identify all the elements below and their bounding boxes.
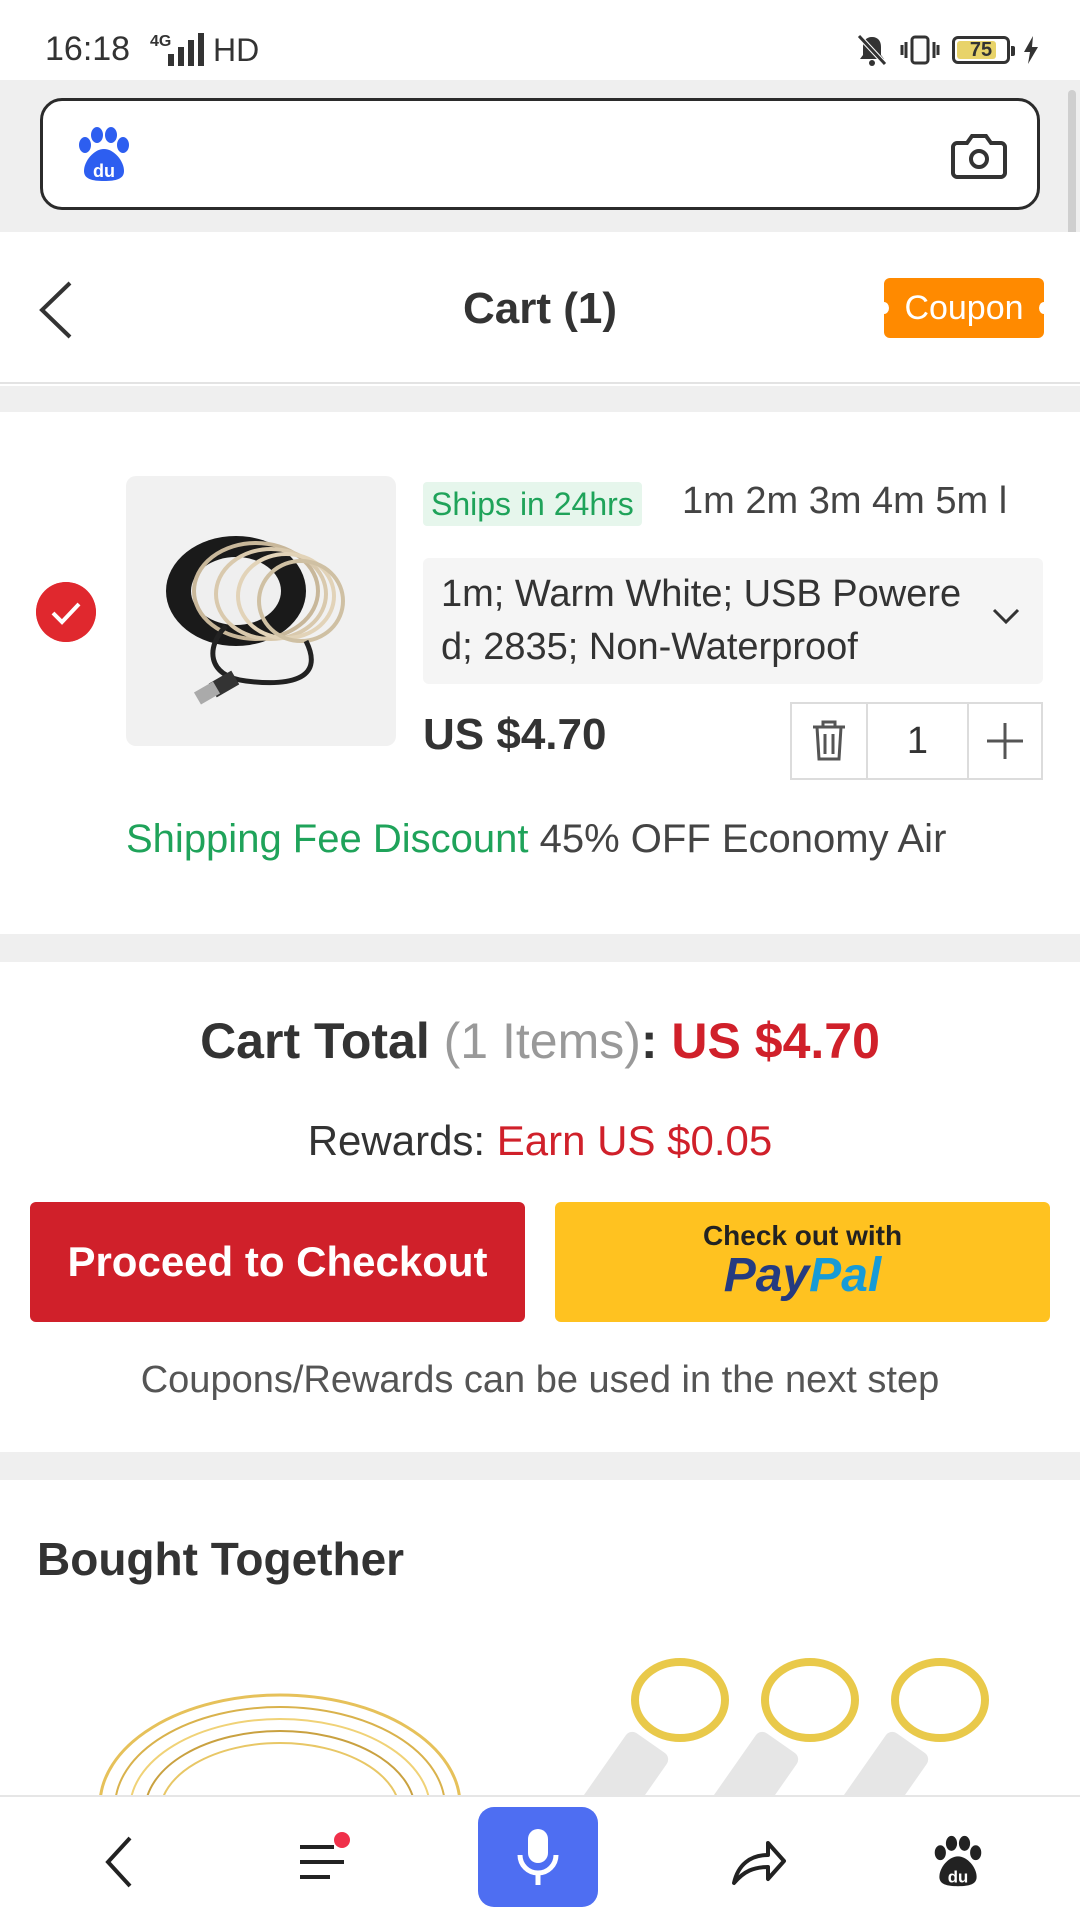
cart-totals: Cart Total (1 Items): US $4.70 Rewards: … — [0, 962, 1080, 1452]
coupon-note: Coupons/Rewards can be used in the next … — [140, 1359, 940, 1401]
section-divider — [0, 386, 1080, 412]
voice-search-button[interactable] — [478, 1807, 598, 1907]
camera-icon[interactable] — [951, 131, 1007, 181]
item-price: US $4.70 — [423, 710, 607, 759]
cart-total-label: Cart Total — [200, 1013, 430, 1069]
chevron-down-icon — [992, 608, 1020, 625]
baidu-home-button[interactable]: du — [918, 1822, 998, 1902]
variant-options[interactable]: 1m 2m 3m 4m 5m l — [682, 480, 1062, 523]
coupon-button[interactable]: Coupon — [879, 278, 1049, 338]
status-bar: 16:18 4G HD 75 — [0, 0, 1080, 80]
paypal-caption: Check out with — [702, 1220, 903, 1251]
back-icon — [105, 1836, 132, 1888]
delete-button[interactable] — [792, 704, 868, 778]
notification-dot — [334, 1832, 350, 1848]
product-image[interactable] — [126, 476, 396, 746]
battery-level: 75 — [969, 38, 993, 61]
cart-total-colon: : — [640, 1013, 672, 1069]
product-card-image[interactable] — [580, 1655, 1020, 1795]
ships-badge: Ships in 24hrs — [423, 482, 642, 526]
search-input[interactable]: du — [40, 98, 1040, 210]
shipping-discount-label: Shipping Fee Discount — [126, 817, 529, 861]
quantity-value[interactable]: 1 — [868, 704, 969, 778]
bought-together-section: Bought Together — [0, 1480, 1080, 1795]
nav-back-button[interactable] — [80, 1822, 160, 1902]
mute-bell-icon — [857, 34, 887, 66]
proceed-to-checkout-button[interactable]: Proceed to Checkout — [30, 1202, 525, 1322]
charging-icon — [1024, 36, 1038, 64]
increase-quantity-button[interactable] — [969, 704, 1041, 778]
cart-total-items: (1 Items) — [443, 1013, 641, 1069]
signal-icon — [168, 33, 204, 66]
share-button[interactable] — [718, 1822, 798, 1902]
plus-icon — [987, 723, 1023, 759]
sku-selector[interactable]: 1m; Warm White; USB Powered; 2835; Non-W… — [423, 558, 1043, 684]
cart-total-amount: US $4.70 — [671, 1013, 880, 1069]
status-time: 16:18 — [45, 30, 131, 68]
nav-menu-button[interactable] — [282, 1822, 362, 1902]
section-divider — [0, 934, 1080, 962]
svg-text:du: du — [93, 161, 115, 181]
battery-icon: 75 — [952, 36, 1015, 64]
bottom-navigation: du — [0, 1795, 1080, 1920]
hd-indicator: HD — [213, 32, 260, 68]
rewards-value: Earn US $0.05 — [496, 1117, 773, 1164]
paypal-logo: PayPal — [723, 1249, 882, 1302]
cart-total: Cart Total (1 Items): US $4.70 — [0, 1012, 1080, 1070]
microphone-icon — [517, 1829, 559, 1885]
vibrate-icon — [900, 35, 940, 65]
item-checkbox[interactable] — [36, 582, 96, 642]
shipping-discount: Shipping Fee Discount 45% OFF Economy Ai… — [126, 817, 946, 862]
paypal-checkout-button[interactable]: Check out with PayPal — [555, 1202, 1050, 1322]
svg-text:du: du — [948, 1867, 968, 1886]
quantity-stepper: 1 — [790, 702, 1043, 780]
selected-sku: 1m; Warm White; USB Powered; 2835; Non-W… — [441, 573, 962, 668]
shipping-discount-text: 45% OFF Economy Air — [539, 817, 947, 861]
rewards-label: Rewards: — [307, 1117, 497, 1164]
led-strip-image — [166, 536, 345, 705]
bought-together-title: Bought Together — [37, 1533, 405, 1585]
baidu-logo-icon: du — [79, 127, 129, 181]
rewards: Rewards: Earn US $0.05 — [0, 1117, 1080, 1165]
section-divider — [0, 1452, 1080, 1480]
browser-search-area: du — [0, 80, 1080, 232]
product-card-image[interactable] — [90, 1675, 470, 1795]
baidu-paw-icon: du — [934, 1835, 982, 1886]
share-icon — [732, 1841, 786, 1885]
trash-icon — [813, 720, 845, 761]
page-header: Cart (1) Coupon — [0, 232, 1080, 384]
cart-item: Ships in 24hrs 1m 2m 3m 4m 5m l 1m; Warm… — [0, 412, 1080, 934]
